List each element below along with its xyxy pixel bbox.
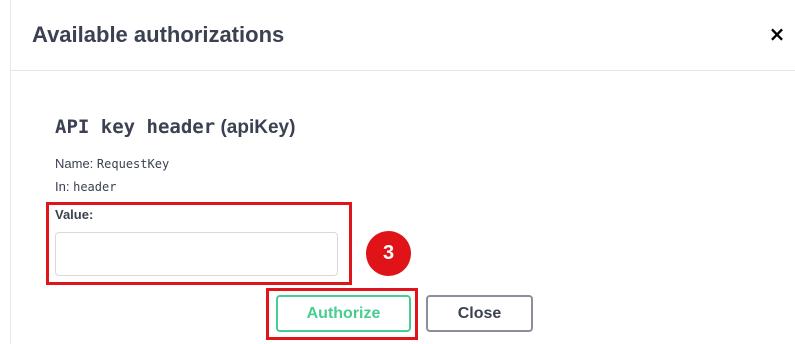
step-number-badge: 3 — [366, 231, 411, 276]
close-icon[interactable]: × — [767, 24, 787, 44]
auth-scheme-title: API key header (apiKey) — [55, 116, 295, 139]
name-value: RequestKey — [96, 157, 170, 171]
modal-header: Available authorizations × — [11, 0, 795, 71]
scheme-in-row: In: header — [55, 179, 116, 194]
scheme-type: (apiKey) — [220, 117, 296, 138]
modal-title: Available authorizations — [32, 22, 285, 47]
scheme-code-name: API key header — [55, 116, 216, 138]
in-label: In: — [55, 179, 70, 194]
name-label: Name: — [55, 156, 94, 171]
in-value: header — [73, 180, 117, 194]
api-key-value-input[interactable] — [55, 232, 338, 276]
scheme-name-row: Name: RequestKey — [55, 156, 169, 171]
close-button[interactable]: Close — [426, 295, 533, 332]
authorize-button[interactable]: Authorize — [276, 295, 411, 332]
value-label: Value: — [55, 207, 94, 222]
